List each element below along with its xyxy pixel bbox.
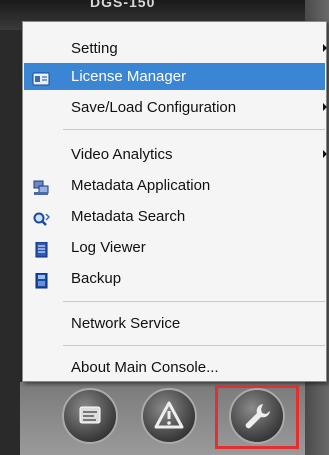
metadata-search-icon bbox=[32, 209, 51, 226]
menu-item-save-load-configuration[interactable]: Save/Load Configuration bbox=[24, 94, 327, 121]
menu-item-label: Log Viewer bbox=[71, 239, 146, 256]
menu-separator bbox=[63, 345, 325, 346]
console-button[interactable] bbox=[62, 388, 118, 444]
menu-item-label: Save/Load Configuration bbox=[71, 99, 237, 116]
metadata-application-icon bbox=[32, 178, 50, 195]
menu-item-label: Backup bbox=[71, 270, 122, 287]
console-icon bbox=[79, 406, 101, 424]
menu-item-backup[interactable]: Backup bbox=[24, 265, 325, 292]
alert-button[interactable] bbox=[141, 388, 197, 444]
context-menu: Setting License Manager Save/Load Config… bbox=[22, 21, 327, 382]
menu-item-label: Setting bbox=[71, 40, 118, 57]
menu-item-video-analytics[interactable]: Video Analytics bbox=[24, 141, 327, 168]
backup-icon bbox=[32, 271, 50, 289]
menu-item-label: About Main Console... bbox=[71, 359, 219, 376]
menu-item-network-service[interactable]: Network Service bbox=[24, 310, 325, 337]
menu-item-about-main-console[interactable]: About Main Console... bbox=[24, 354, 325, 381]
menu-item-metadata-search[interactable]: Metadata Search bbox=[24, 203, 325, 230]
menu-item-label: Video Analytics bbox=[71, 146, 173, 163]
log-viewer-icon bbox=[32, 240, 50, 258]
menu-item-log-viewer[interactable]: Log Viewer bbox=[24, 234, 325, 261]
menu-item-label: Metadata Search bbox=[71, 208, 186, 225]
submenu-arrow-icon bbox=[323, 103, 327, 111]
menu-item-label: Metadata Application bbox=[71, 177, 211, 194]
submenu-arrow-icon bbox=[323, 44, 327, 52]
alert-icon bbox=[154, 401, 184, 429]
menu-separator bbox=[63, 129, 325, 130]
license-icon bbox=[32, 69, 50, 86]
menu-item-setting[interactable]: Setting bbox=[24, 35, 327, 62]
menu-separator bbox=[63, 301, 325, 302]
highlight-box bbox=[215, 385, 299, 449]
menu-item-license-manager[interactable]: License Manager bbox=[24, 63, 325, 90]
menu-item-metadata-application[interactable]: Metadata Application bbox=[24, 172, 325, 199]
submenu-arrow-icon bbox=[323, 150, 327, 158]
window-title: DGS-150 bbox=[90, 0, 156, 10]
menu-item-label: License Manager bbox=[71, 68, 187, 85]
menu-item-label: Network Service bbox=[71, 315, 181, 332]
